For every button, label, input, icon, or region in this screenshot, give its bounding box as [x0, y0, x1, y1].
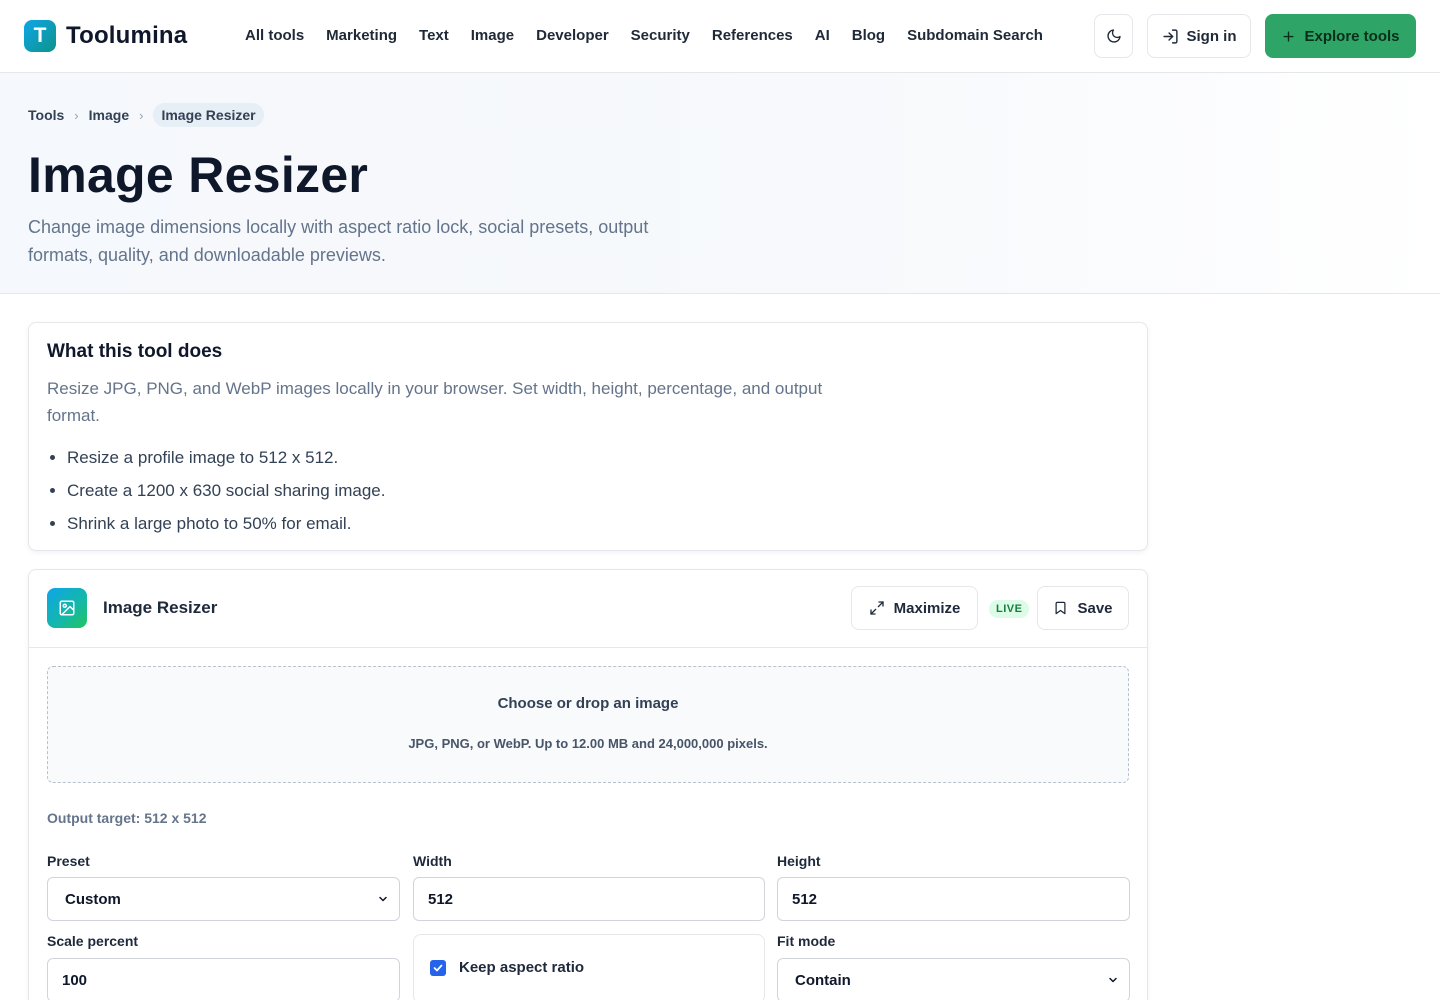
main-nav: All tools Marketing Text Image Developer… — [234, 24, 1054, 48]
nav-security[interactable]: Security — [620, 24, 701, 48]
save-button[interactable]: Save — [1037, 586, 1129, 630]
example-list: Resize a profile image to 512 x 512. Cre… — [67, 441, 385, 540]
preset-value: Custom — [65, 890, 121, 908]
nav-all-tools[interactable]: All tools — [234, 24, 315, 48]
scale-input[interactable] — [47, 958, 400, 1000]
aspect-ratio-option[interactable]: Keep aspect ratio — [413, 934, 765, 1000]
scale-label: Scale percent — [47, 933, 139, 949]
live-badge: LIVE — [989, 600, 1030, 618]
nav-marketing[interactable]: Marketing — [315, 24, 408, 48]
explore-tools-label: Explore tools — [1304, 27, 1400, 45]
chevron-right-icon: › — [74, 107, 79, 123]
list-item: Resize a profile image to 512 x 512. — [67, 441, 385, 474]
tool-info-card: What this tool does Resize JPG, PNG, and… — [28, 322, 1148, 551]
site-header: T Toolumina All tools Marketing Text Ima… — [0, 0, 1440, 73]
hero-section: Tools › Image › Image Resizer Image Resi… — [0, 73, 1440, 294]
dropzone-subtitle: JPG, PNG, or WebP. Up to 12.00 MB and 24… — [408, 736, 768, 751]
tool-name: Image Resizer — [103, 598, 218, 617]
check-icon — [433, 964, 443, 972]
nav-text[interactable]: Text — [408, 24, 460, 48]
fit-mode-select[interactable]: Contain — [777, 958, 1130, 1000]
output-target: Output target: 512 x 512 — [47, 810, 207, 826]
image-icon — [47, 588, 87, 628]
breadcrumb-current: Image Resizer — [153, 103, 264, 127]
preset-label: Preset — [47, 853, 90, 869]
page-title: Image Resizer — [28, 147, 369, 203]
info-description: Resize JPG, PNG, and WebP images locally… — [47, 379, 823, 425]
chevron-right-icon: › — [139, 107, 144, 123]
nav-developer[interactable]: Developer — [525, 24, 620, 48]
sign-in-button[interactable]: Sign in — [1147, 14, 1251, 58]
breadcrumb-tools[interactable]: Tools — [28, 107, 64, 123]
chevron-down-icon — [1109, 977, 1117, 983]
explore-tools-button[interactable]: Explore tools — [1265, 14, 1416, 58]
width-input[interactable] — [413, 877, 765, 921]
login-icon — [1162, 28, 1178, 44]
image-resizer-tool: Image Resizer Maximize LIVE Save Choose … — [28, 569, 1148, 1000]
expand-icon — [869, 601, 884, 615]
nav-subdomain-search[interactable]: Subdomain Search — [896, 24, 1054, 48]
logo-link[interactable]: T Toolumina — [24, 20, 187, 52]
save-label: Save — [1077, 599, 1113, 617]
theme-toggle-button[interactable] — [1094, 14, 1133, 58]
page-description: Change image dimensions locally with asp… — [28, 217, 649, 265]
nav-image[interactable]: Image — [460, 24, 525, 48]
aspect-ratio-label: Keep aspect ratio — [459, 959, 585, 976]
fit-mode-label: Fit mode — [777, 933, 836, 949]
maximize-button[interactable]: Maximize — [851, 586, 978, 630]
dropzone-title: Choose or drop an image — [497, 695, 679, 712]
logo-text: Toolumina — [66, 22, 188, 49]
bookmark-icon — [1055, 601, 1066, 615]
nav-blog[interactable]: Blog — [841, 24, 896, 48]
list-item: Shrink a large photo to 50% for email. — [67, 507, 385, 540]
preset-select[interactable]: Custom — [47, 877, 400, 921]
maximize-label: Maximize — [893, 599, 961, 617]
moon-icon — [1106, 29, 1121, 43]
height-input[interactable] — [777, 877, 1130, 921]
image-dropzone[interactable]: Choose or drop an image JPG, PNG, or Web… — [47, 666, 1129, 783]
list-item: Create a 1200 x 630 social sharing image… — [67, 474, 385, 507]
chevron-down-icon — [379, 896, 387, 902]
height-label: Height — [777, 853, 821, 869]
fit-mode-value: Contain — [795, 971, 851, 989]
aspect-ratio-checkbox[interactable] — [430, 960, 446, 976]
width-label: Width — [413, 853, 452, 869]
tool-header: Image Resizer Maximize LIVE Save — [29, 570, 1147, 648]
nav-ai[interactable]: AI — [804, 24, 841, 48]
plus-icon — [1283, 30, 1295, 42]
sign-in-label: Sign in — [1186, 27, 1237, 45]
breadcrumb: Tools › Image › Image Resizer — [28, 103, 264, 127]
breadcrumb-image[interactable]: Image — [89, 107, 129, 123]
logo-mark: T — [24, 20, 56, 52]
nav-references[interactable]: References — [701, 24, 804, 48]
info-title: What this tool does — [47, 341, 223, 362]
